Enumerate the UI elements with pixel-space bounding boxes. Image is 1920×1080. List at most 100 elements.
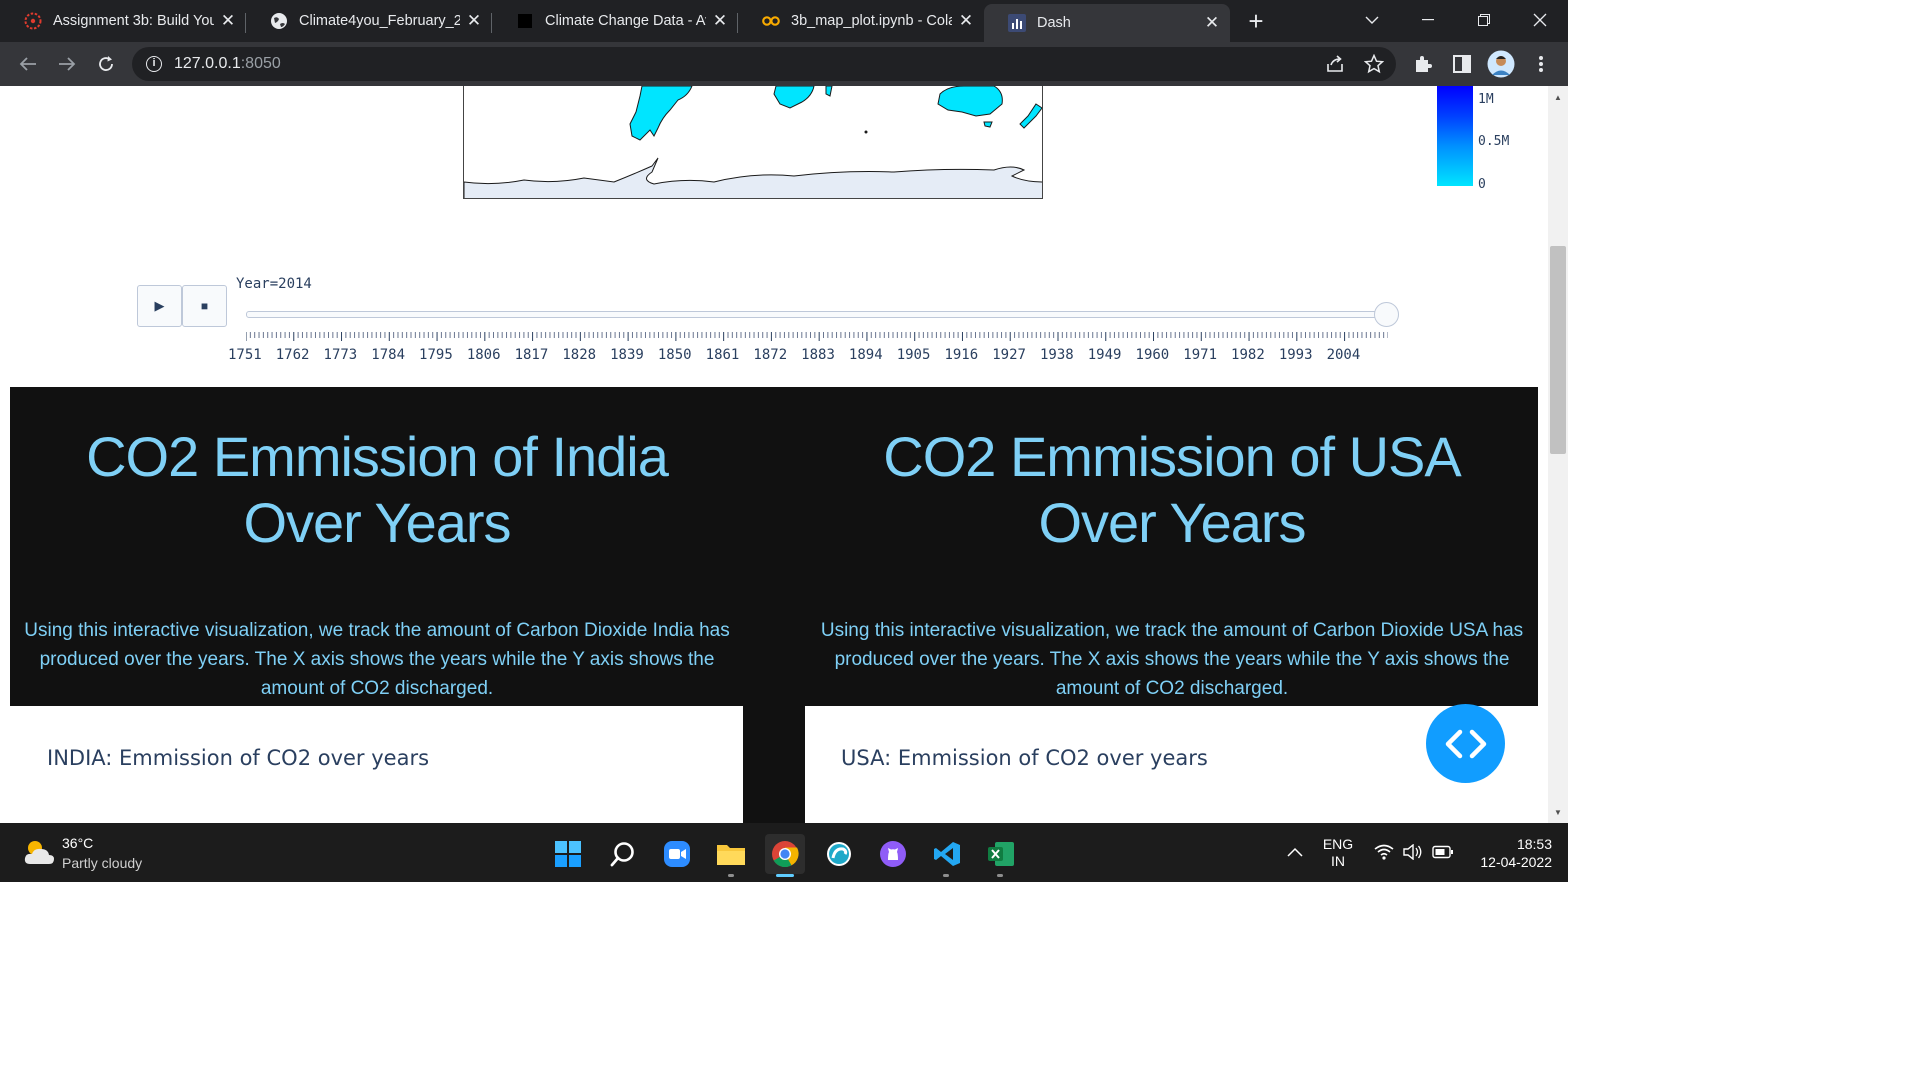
language-line1: ENG [1322,836,1354,852]
partly-cloudy-icon[interactable] [22,838,56,871]
choropleth-map[interactable] [463,86,1043,199]
tab-climate4you[interactable]: Climate4you_February_20 ✕ [246,4,492,38]
slider-tick-label[interactable]: 1850 [658,347,692,363]
slider-tick-label[interactable]: 1894 [849,347,883,363]
india-graph-title: INDIA: Emmission of CO2 over years [47,746,430,770]
tray-overflow-icon[interactable] [1287,844,1303,862]
address-host: 127.0.0.1 [174,55,241,72]
slider-tick-label[interactable]: 1828 [562,347,596,363]
slider-current-value: Year=2014 [236,276,312,292]
address-bar[interactable]: i 127.0.0.1:8050 [132,47,1396,81]
close-tab-icon[interactable]: ✕ [466,12,482,29]
edge-icon[interactable] [819,834,859,874]
close-tab-icon[interactable]: ✕ [220,12,236,29]
address-port: :8050 [240,55,281,72]
scroll-up-icon[interactable]: ▲ [1548,90,1568,106]
colorbar-label: 1M [1478,92,1494,107]
share-icon[interactable] [1321,50,1349,78]
canvas-icon [24,12,42,30]
close-tab-icon[interactable]: ✕ [1204,14,1220,31]
slider-tick-label[interactable]: 1883 [801,347,835,363]
usa-title: CO2 Emmission of USA Over Years [805,424,1539,556]
slider-tick-label[interactable]: 1806 [467,347,501,363]
volume-icon[interactable] [1402,843,1422,865]
close-tab-icon[interactable]: ✕ [958,12,974,29]
globe-icon [270,12,288,30]
slider-tick-label[interactable]: 1982 [1231,347,1265,363]
forward-icon[interactable] [49,46,85,82]
dash-page: 1M 0.5M 0 ▶ ■ Year=2014 1751 1762 1773 1784… [0,86,1548,823]
menu-icon[interactable] [1527,50,1555,78]
restore-icon[interactable] [1456,0,1512,40]
slider-tick-label[interactable]: 1795 [419,347,453,363]
bookmark-star-icon[interactable] [1360,50,1388,78]
sidepanel-icon[interactable] [1448,50,1476,78]
slider-tick-label[interactable]: 1971 [1183,347,1217,363]
page-scrollbar[interactable] [1548,86,1568,823]
extensions-icon[interactable] [1409,50,1437,78]
slider-tick-label[interactable]: 1960 [1136,347,1170,363]
slider-tick-label[interactable]: 1927 [992,347,1026,363]
scrollbar-thumb[interactable] [1550,246,1566,454]
tab-search-icon[interactable] [1344,0,1400,40]
slider-tick-label[interactable]: 1762 [276,347,310,363]
wifi-icon[interactable] [1374,844,1394,865]
battery-icon[interactable] [1432,845,1454,864]
excel-icon[interactable] [981,834,1021,874]
slider-tick-label[interactable]: 1817 [515,347,549,363]
tab-dash[interactable]: Dash ✕ [984,4,1230,42]
file-explorer-icon[interactable] [711,834,751,874]
running-indicator [943,874,949,877]
slider-tick-label[interactable]: 1872 [753,347,787,363]
site-info-icon[interactable]: i [146,56,162,72]
slider-tick-label[interactable]: 1905 [897,347,931,363]
year-slider-track[interactable] [246,311,1388,318]
tab-colab[interactable]: 3b_map_plot.ipynb - Cola ✕ [738,4,984,38]
weather-description[interactable]: Partly cloudy [62,855,142,871]
github-icon[interactable] [873,834,913,874]
map-africa [773,86,815,109]
clock[interactable]: 18:53 12-04-2022 [1462,836,1552,870]
code-brackets-icon [1445,729,1486,758]
slider-tick-label[interactable]: 1949 [1088,347,1122,363]
tab-climate-data[interactable]: Climate Change Data - Av ✕ [492,4,738,38]
tab-title: Assignment 3b: Build You [53,13,214,29]
slider-tick-labels: 1751 1762 1773 1784 1795 1806 1817 1828 1839 1850… [228,347,1430,365]
close-tab-icon[interactable]: ✕ [712,12,728,29]
stop-button[interactable]: ■ [182,285,227,327]
map-antarctica [464,157,1042,198]
close-window-icon[interactable] [1512,0,1568,40]
black-square-icon [516,12,534,30]
back-icon[interactable] [10,46,46,82]
language-indicator[interactable]: ENG IN [1316,836,1360,869]
dash-icon [1008,14,1026,32]
slider-tick-label[interactable]: 1773 [324,347,358,363]
slider-tick-label[interactable]: 1839 [610,347,644,363]
colab-icon [762,12,780,30]
weather-temperature[interactable]: 36°C [62,835,93,851]
new-tab-button[interactable]: + [1238,4,1274,40]
usa-graph-card[interactable]: USA: Emmission of CO2 over years [805,706,1538,823]
slider-tick-label[interactable]: 1916 [944,347,978,363]
dash-debug-button[interactable] [1426,704,1505,783]
windows-start-icon[interactable] [548,834,588,874]
search-icon[interactable] [603,834,643,874]
slider-tick-label[interactable]: 1751 [228,347,262,363]
reload-icon[interactable] [88,46,124,82]
avatar[interactable] [1487,50,1515,78]
minimize-icon[interactable] [1400,0,1456,40]
slider-tick-label[interactable]: 1861 [706,347,740,363]
slider-tick-label[interactable]: 1938 [1040,347,1074,363]
play-button[interactable]: ▶ [137,285,182,327]
zoom-icon[interactable] [657,834,697,874]
slider-tick-label[interactable]: 1784 [371,347,405,363]
vscode-icon[interactable] [927,834,967,874]
year-slider-handle[interactable] [1374,302,1399,327]
slider-tick-label[interactable]: 1993 [1279,347,1313,363]
usa-title-line1: CO2 Emmission of USA [883,425,1462,488]
scroll-down-icon[interactable]: ▼ [1548,805,1568,821]
tab-assignment[interactable]: Assignment 3b: Build You ✕ [0,4,246,38]
chrome-icon[interactable] [765,834,805,874]
slider-tick-label[interactable]: 2004 [1327,347,1361,363]
india-graph-card[interactable]: INDIA: Emmission of CO2 over years [10,706,743,823]
